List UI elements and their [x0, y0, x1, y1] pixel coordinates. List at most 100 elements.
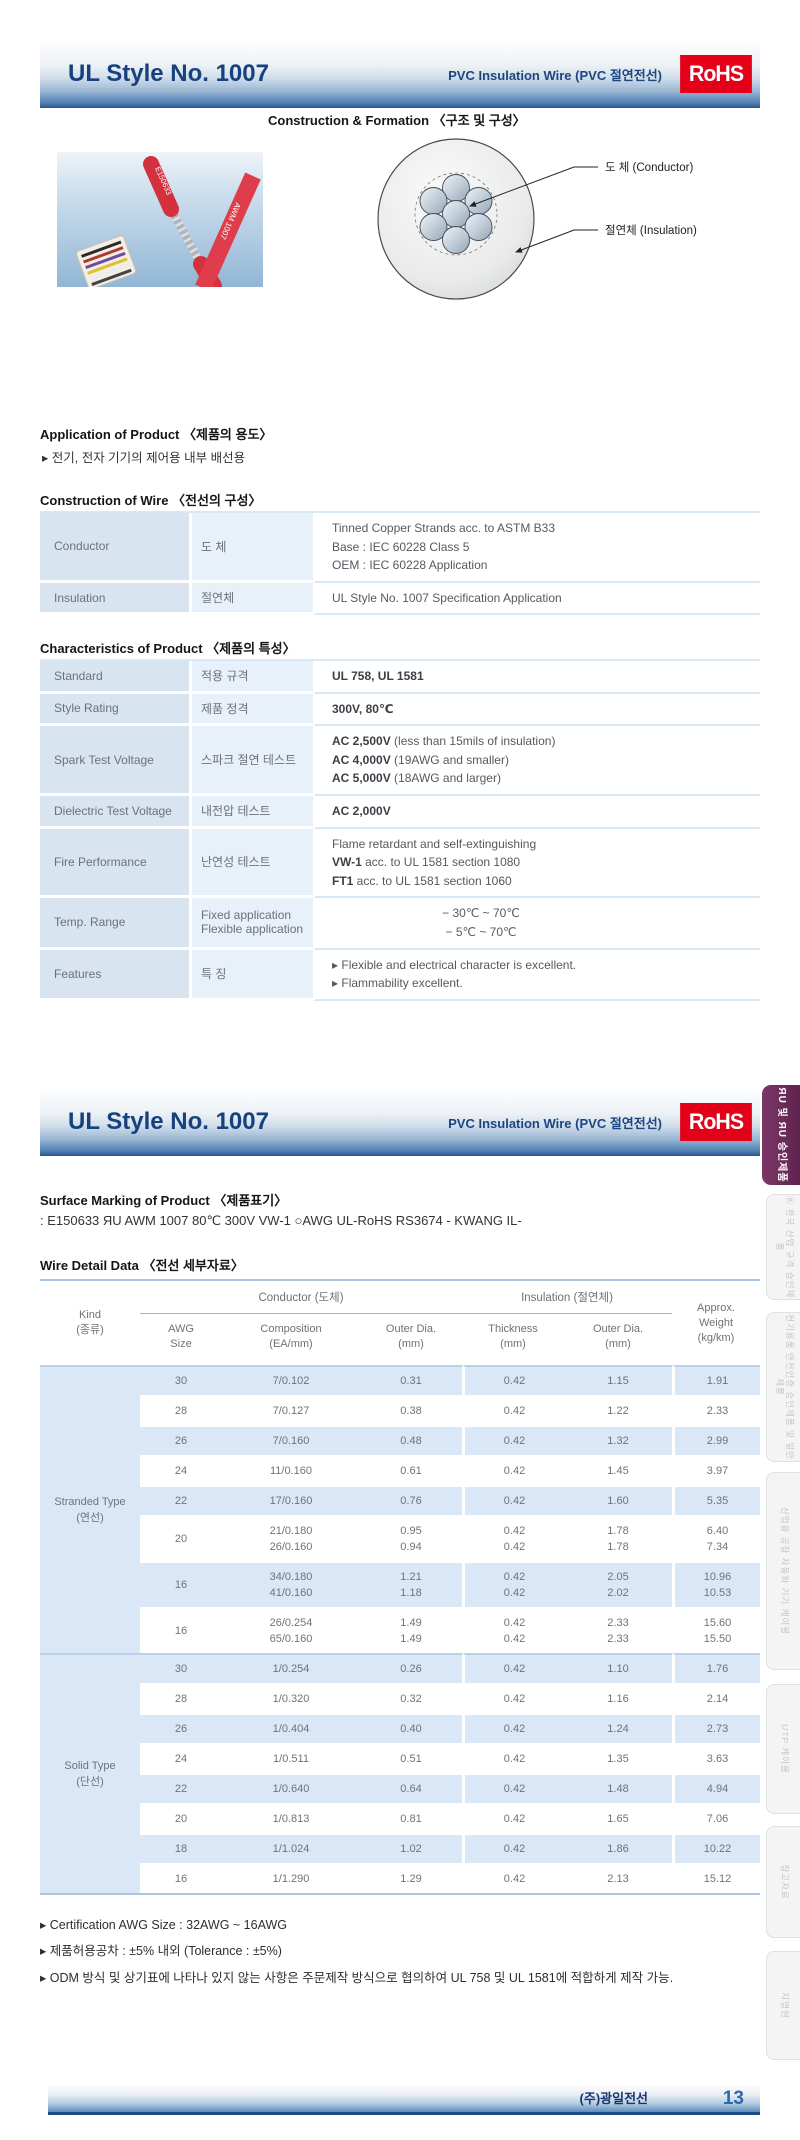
cell-awg: 30 [140, 1653, 222, 1683]
spec-row: Style Rating제품 정격300V, 80℃ [40, 694, 760, 727]
cell-awg: 18 [140, 1833, 222, 1863]
cell-weight: 1.91 [672, 1365, 760, 1395]
cell-outer_dia: 0.32 [360, 1683, 462, 1713]
spec-label-en: Features [40, 950, 189, 1001]
spec-label-en: Conductor [40, 513, 189, 583]
cell-thickness: 0.42 [462, 1803, 564, 1833]
spec-label-en: Insulation [40, 583, 189, 616]
wire-row: Solid Type(단선)301/0.2540.260.421.101.76 [40, 1653, 760, 1683]
cell-outer_dia: 0.38 [360, 1395, 462, 1425]
col-header-outer-dia: Outer Dia.(mm) [360, 1314, 462, 1365]
cell-composition: 1/0.254 [222, 1653, 360, 1683]
cell-weight: 10.9610.53 [672, 1561, 760, 1607]
side-tab-3[interactable]: 전기용품 안전인증 승인제품 및 일반제품 [766, 1312, 800, 1462]
cell-weight: 5.35 [672, 1485, 760, 1515]
spec-value: UL Style No. 1007 Specification Applicat… [313, 583, 760, 616]
characteristics-table: Standard적용 규격UL 758, UL 1581Style Rating… [40, 659, 760, 1001]
section-title-construction-of-wire: Construction of Wire 〈전선의 구성〉 [40, 490, 261, 509]
cell-ins_outer_dia: 1.32 [564, 1425, 672, 1455]
cell-ins_outer_dia: 2.13 [564, 1863, 672, 1893]
side-tab-label: 산업용 공장 자동화 기기 케이블 [767, 1473, 800, 1669]
wire-row: 161/1.2901.290.422.1315.12 [40, 1863, 760, 1893]
side-tab-label: UTP 케이블 [767, 1685, 800, 1813]
cell-awg: 16 [140, 1607, 222, 1653]
catalog-page: UL Style No. 1007 PVC Insulation Wire (P… [0, 0, 800, 2140]
cell-weight: 7.06 [672, 1803, 760, 1833]
cell-outer_dia: 0.64 [360, 1773, 462, 1803]
page-subtitle: PVC Insulation Wire (PVC 절연전선) [448, 65, 662, 84]
spec-label-kr: 난연성 테스트 [189, 829, 313, 899]
cell-weight: 2.33 [672, 1395, 760, 1425]
side-tab-1[interactable]: ЯU 및 ЯU 승인제품 [762, 1085, 800, 1185]
cell-thickness: 0.42 [462, 1863, 564, 1893]
spec-value: Tinned Copper Strands acc. to ASTM B33Ba… [313, 513, 760, 583]
cell-weight: 15.12 [672, 1863, 760, 1893]
cell-thickness: 0.42 [462, 1485, 564, 1515]
spec-label-kr: 절연체 [189, 583, 313, 616]
cell-thickness: 0.42 [462, 1713, 564, 1743]
wire-table-header: Kind(종류) Conductor (도체) Insulation (절연체)… [40, 1281, 760, 1365]
side-tab-5[interactable]: UTP 케이블 [766, 1684, 800, 1814]
cell-outer_dia: 1.211.18 [360, 1561, 462, 1607]
footnotes: ▸ Certification AWG Size : 32AWG ~ 16AWG… [40, 1916, 748, 1995]
cell-composition: 7/0.102 [222, 1365, 360, 1395]
spec-label-en: Spark Test Voltage [40, 726, 189, 796]
spec-label-en: Temp. Range [40, 898, 189, 949]
cell-thickness: 0.42 [462, 1395, 564, 1425]
cell-awg: 28 [140, 1683, 222, 1713]
cell-weight: 6.407.34 [672, 1515, 760, 1561]
spec-value: UL 758, UL 1581 [313, 661, 760, 694]
cell-outer_dia: 0.950.94 [360, 1515, 462, 1561]
wire-row: 2411/0.1600.610.421.453.97 [40, 1455, 760, 1485]
spec-label-kr: 적용 규격 [189, 661, 313, 694]
cell-weight: 2.73 [672, 1713, 760, 1743]
cell-composition: 21/0.18026/0.160 [222, 1515, 360, 1561]
cell-awg: 16 [140, 1863, 222, 1893]
footer-bar: (주)광일전선 13 [48, 2085, 760, 2115]
cell-outer_dia: 1.491.49 [360, 1607, 462, 1653]
conductor-label: 도 체 (Conductor) [605, 161, 693, 174]
cell-thickness: 0.42 [462, 1743, 564, 1773]
rohs-logo: RoHS [680, 55, 752, 93]
cell-thickness: 0.42 [462, 1653, 564, 1683]
cell-thickness: 0.42 [462, 1683, 564, 1713]
company-name: (주)광일전선 [580, 2088, 648, 2107]
note-item: ▸ 제품허용공차 : ±5% 내외 (Tolerance : ±5%) [40, 1942, 748, 1961]
cell-thickness: 0.42 [462, 1455, 564, 1485]
page-header-2: UL Style No. 1007 PVC Insulation Wire (P… [40, 1090, 760, 1156]
wire-detail-table: Kind(종류) Conductor (도체) Insulation (절연체)… [40, 1279, 760, 1895]
spec-value: AC 2,000V [313, 796, 760, 829]
cell-composition: 1/0.640 [222, 1773, 360, 1803]
cell-outer_dia: 0.61 [360, 1455, 462, 1485]
page-title: UL Style No. 1007 [68, 60, 269, 88]
cell-composition: 11/0.160 [222, 1455, 360, 1485]
cell-weight: 2.99 [672, 1425, 760, 1455]
cell-composition: 1/0.404 [222, 1713, 360, 1743]
cell-awg: 22 [140, 1773, 222, 1803]
wire-row: 181/1.0241.020.421.8610.22 [40, 1833, 760, 1863]
cell-outer_dia: 1.29 [360, 1863, 462, 1893]
spec-row: Dielectric Test Voltage내전압 테스트AC 2,000V [40, 796, 760, 829]
side-tab-2[interactable]: Ⓚ 한국 산업 규격 승인제품 [766, 1194, 800, 1300]
wire-row: 1626/0.25465/0.1601.491.490.420.422.332.… [40, 1607, 760, 1653]
side-tab-7[interactable]: 지명원 [766, 1951, 800, 2060]
col-header-conductor-group: Conductor (도체) [140, 1281, 462, 1314]
wire-row: 221/0.6400.640.421.484.94 [40, 1773, 760, 1803]
kind-label: Stranded Type(연선) [40, 1365, 140, 1653]
side-tab-4[interactable]: 산업용 공장 자동화 기기 케이블 [766, 1472, 800, 1670]
cell-ins_outer_dia: 2.332.33 [564, 1607, 672, 1653]
side-tab-label: 전기용품 안전인증 승인제품 및 일반제품 [767, 1313, 800, 1461]
cell-composition: 1/1.290 [222, 1863, 360, 1893]
spec-label-en: Fire Performance [40, 829, 189, 899]
cell-awg: 24 [140, 1455, 222, 1485]
cell-awg: 16 [140, 1561, 222, 1607]
spec-label-kr: 내전압 테스트 [189, 796, 313, 829]
cell-ins_outer_dia: 1.86 [564, 1833, 672, 1863]
side-tab-label: 지명원 [767, 1952, 800, 2059]
col-header-weight: Approx.Weight(kg/km) [672, 1281, 760, 1365]
cell-outer_dia: 0.51 [360, 1743, 462, 1773]
cell-composition: 7/0.127 [222, 1395, 360, 1425]
spec-row: Conductor도 체Tinned Copper Strands acc. t… [40, 513, 760, 583]
side-tab-6[interactable]: 참고자료 [766, 1826, 800, 1938]
cell-composition: 7/0.160 [222, 1425, 360, 1455]
